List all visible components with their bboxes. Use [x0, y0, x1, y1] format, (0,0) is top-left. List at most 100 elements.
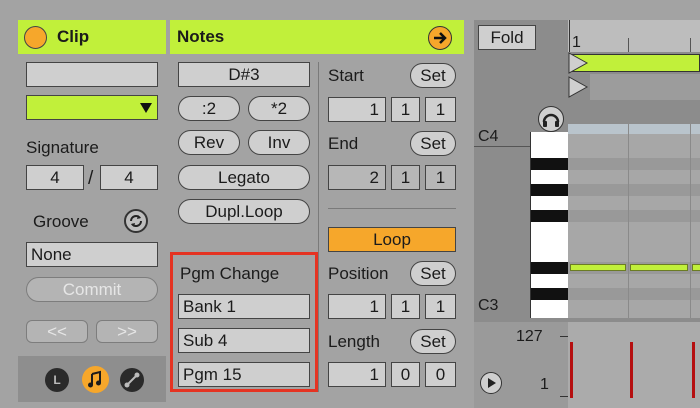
- c4-key-label: C4: [478, 128, 499, 145]
- midi-note[interactable]: [692, 264, 700, 271]
- signature-label: Signature: [26, 138, 99, 157]
- arrow-right-icon[interactable]: [428, 26, 452, 50]
- clip-name-field[interactable]: [26, 62, 158, 87]
- length-set-button[interactable]: Set: [410, 329, 456, 354]
- end-set-button[interactable]: Set: [410, 131, 456, 156]
- signature-denominator[interactable]: 4: [100, 165, 158, 190]
- midi-note[interactable]: [570, 264, 626, 271]
- program-field[interactable]: Pgm 15: [178, 362, 310, 387]
- grid-row-dark: [568, 184, 700, 196]
- start-set-button[interactable]: Set: [410, 63, 456, 88]
- multiply-by-two-button[interactable]: *2: [248, 96, 310, 121]
- fold-button[interactable]: Fold: [478, 25, 536, 50]
- chevron-down-icon: [140, 103, 152, 113]
- end-sixteenth-field[interactable]: 1: [425, 165, 456, 190]
- start-label: Start: [328, 66, 364, 85]
- midi-note[interactable]: [630, 264, 688, 271]
- ruler-tick: [628, 38, 629, 52]
- grid-top-band: [568, 124, 700, 134]
- velocity-max-label: 127: [516, 328, 543, 345]
- signature-separator: /: [88, 168, 94, 189]
- notes-column-divider: [318, 62, 319, 392]
- note-grid[interactable]: [568, 124, 700, 318]
- black-key: [531, 158, 569, 170]
- c3-key-label: C3: [478, 297, 499, 314]
- divide-by-two-button[interactable]: :2: [178, 96, 240, 121]
- groove-field[interactable]: None: [26, 242, 158, 267]
- clip-title: Clip: [57, 27, 90, 46]
- launch-tab-button[interactable]: L: [45, 368, 69, 392]
- note-editor: Fold 1 C4 C3 127 1: [474, 20, 700, 408]
- grid-row-dark: [568, 158, 700, 170]
- clip-header: Clip: [18, 20, 166, 54]
- headphones-icon[interactable]: [538, 106, 564, 132]
- black-key: [531, 262, 569, 274]
- start-bar-field[interactable]: 1: [328, 97, 386, 122]
- notes-header: Notes: [170, 20, 464, 54]
- ruler-bar-1: 1: [572, 34, 581, 51]
- position-beat-field[interactable]: 1: [391, 294, 420, 319]
- program-change-label: Pgm Change: [180, 264, 280, 283]
- ruler-tick: [690, 38, 691, 52]
- black-key: [531, 288, 569, 300]
- start-marker-icon[interactable]: [568, 52, 590, 74]
- start-beat-field[interactable]: 1: [391, 97, 420, 122]
- play-icon: [488, 378, 496, 388]
- black-key: [531, 210, 569, 222]
- invert-button[interactable]: Inv: [248, 130, 310, 155]
- envelope-icon: [124, 372, 140, 388]
- nudge-back-button[interactable]: <<: [26, 320, 88, 343]
- launch-tab-label: L: [53, 373, 61, 387]
- velocity-min-label: 1: [540, 376, 549, 393]
- end-bar-field[interactable]: 2: [328, 165, 386, 190]
- commit-button[interactable]: Commit: [26, 277, 158, 302]
- sub-bank-field[interactable]: Sub 4: [178, 328, 310, 353]
- end-marker-icon[interactable]: [568, 76, 590, 98]
- legato-button[interactable]: Legato: [178, 165, 310, 190]
- notes-title: Notes: [177, 27, 225, 46]
- reverse-button[interactable]: Rev: [178, 130, 240, 155]
- music-note-icon: [88, 370, 101, 388]
- length-label: Length: [328, 332, 380, 351]
- envelopes-tab-button[interactable]: [120, 368, 144, 392]
- ruler-tick: [569, 20, 570, 52]
- groove-hot-swap-icon[interactable]: [124, 209, 148, 233]
- loop-toggle-button[interactable]: Loop: [328, 227, 456, 252]
- end-beat-field[interactable]: 1: [391, 165, 420, 190]
- bank-field[interactable]: Bank 1: [178, 294, 310, 319]
- position-set-button[interactable]: Set: [410, 261, 456, 286]
- start-sixteenth-field[interactable]: 1: [425, 97, 456, 122]
- duplicate-loop-button[interactable]: Dupl.Loop: [178, 199, 310, 224]
- groove-label: Groove: [33, 212, 89, 231]
- length-bar-field[interactable]: 1: [328, 362, 386, 387]
- pitch-field[interactable]: D#3: [178, 62, 310, 87]
- marker-strip: [590, 74, 700, 100]
- velocity-range-marker: [560, 336, 568, 337]
- end-label: End: [328, 134, 359, 153]
- velocity-bar[interactable]: [630, 342, 633, 398]
- velocity-bar[interactable]: [692, 342, 695, 398]
- time-ruler[interactable]: 1: [568, 20, 700, 52]
- nudge-forward-button[interactable]: >>: [96, 320, 158, 343]
- velocity-bar[interactable]: [570, 342, 573, 398]
- play-preview-button[interactable]: [480, 372, 502, 394]
- velocity-lane[interactable]: [568, 322, 700, 408]
- velocity-editor[interactable]: 127 1: [474, 322, 700, 408]
- position-sixteenth-field[interactable]: 1: [425, 294, 456, 319]
- clip-color-dropdown[interactable]: [26, 95, 158, 120]
- loop-section-divider: [328, 208, 456, 209]
- grid-row-dark: [568, 210, 700, 222]
- signature-numerator[interactable]: 4: [26, 165, 84, 190]
- length-beat-field[interactable]: 0: [391, 362, 420, 387]
- grid-line: [690, 124, 691, 318]
- position-label: Position: [328, 264, 389, 283]
- length-sixteenth-field[interactable]: 0: [425, 362, 456, 387]
- piano-roll-keys[interactable]: [530, 132, 569, 318]
- grid-line: [628, 124, 629, 318]
- position-bar-field[interactable]: 1: [328, 294, 386, 319]
- octave-divider: [474, 146, 530, 147]
- velocity-range-marker: [560, 396, 568, 397]
- black-key: [531, 184, 569, 196]
- clip-activator-button[interactable]: [24, 25, 47, 49]
- notes-tab-button[interactable]: [82, 366, 109, 393]
